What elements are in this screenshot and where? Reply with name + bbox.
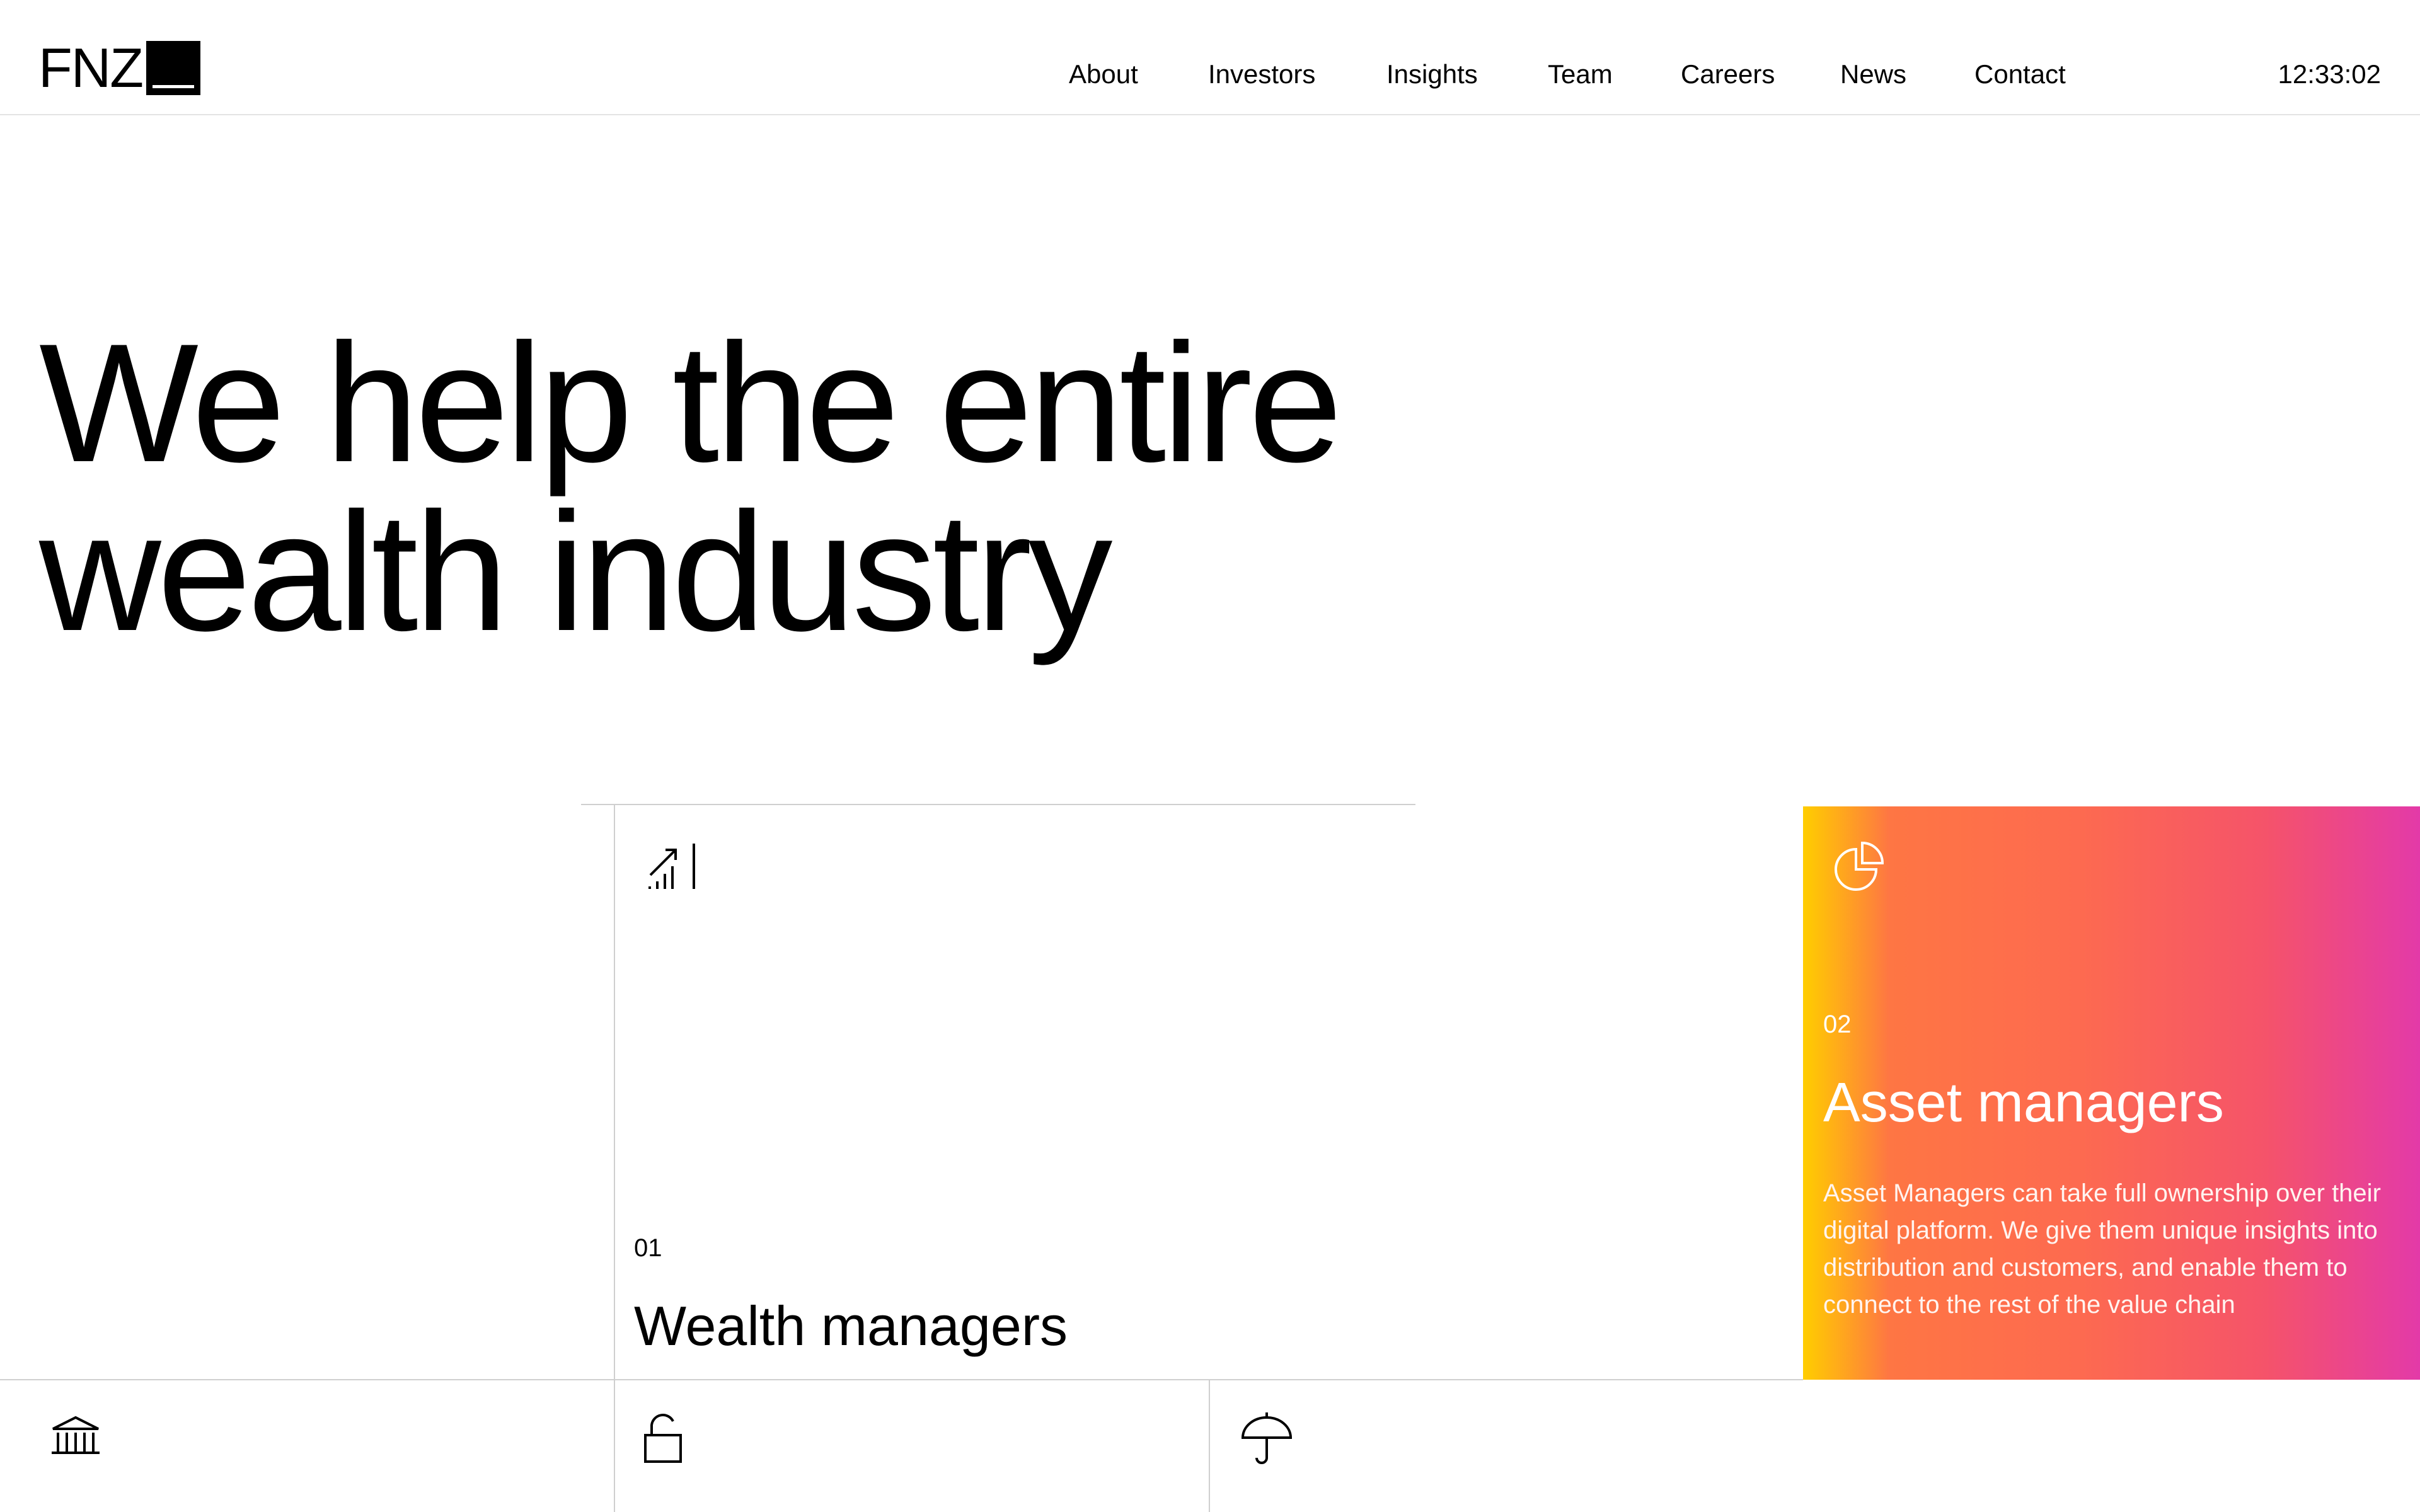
card-description: Asset Managers can take full ownership o… [1823,1179,2381,1319]
nav-insights[interactable]: Insights [1386,59,1478,90]
card-asset-managers[interactable]: 02 Asset managers Asset Managers can tak… [1803,806,2420,1380]
bottom-card-2[interactable] [615,1380,1209,1512]
pie-chart-icon [1835,841,1884,891]
card-number: 01 [634,1234,662,1262]
umbrella-icon [1241,1412,1293,1464]
hero-title-line-1: We help the entire [39,308,1342,497]
nav-news[interactable]: News [1840,59,1906,90]
unlock-icon [644,1414,682,1463]
hero-title: We help the entire wealth industry [39,318,1552,656]
hero-title-line-2: wealth industry [39,477,1113,666]
nav-investors[interactable]: Investors [1208,59,1315,90]
clock: 12:33:02 [2278,59,2382,89]
nav-team[interactable]: Team [1548,59,1613,90]
nav-about[interactable]: About [1069,59,1138,90]
bank-icon [52,1416,100,1454]
card-title: Wealth managers [634,1295,1068,1357]
main-nav: About Investors Insights Team Careers Ne… [0,59,2420,90]
card-wealth-managers[interactable]: 01 Wealth managers [614,805,1803,1380]
page: FNZ About Investors Insights Team Career… [0,0,2420,1512]
signal-bars-icon [648,844,695,889]
card-number: 02 [1823,1011,1852,1038]
bottom-card-1[interactable] [0,1380,614,1512]
site-header: FNZ About Investors Insights Team Career… [0,0,2420,115]
card-title: Asset managers [1823,1071,2224,1133]
nav-careers[interactable]: Careers [1681,59,1775,90]
nav-contact[interactable]: Contact [1974,59,2066,90]
bottom-card-3[interactable] [1210,1380,1803,1512]
